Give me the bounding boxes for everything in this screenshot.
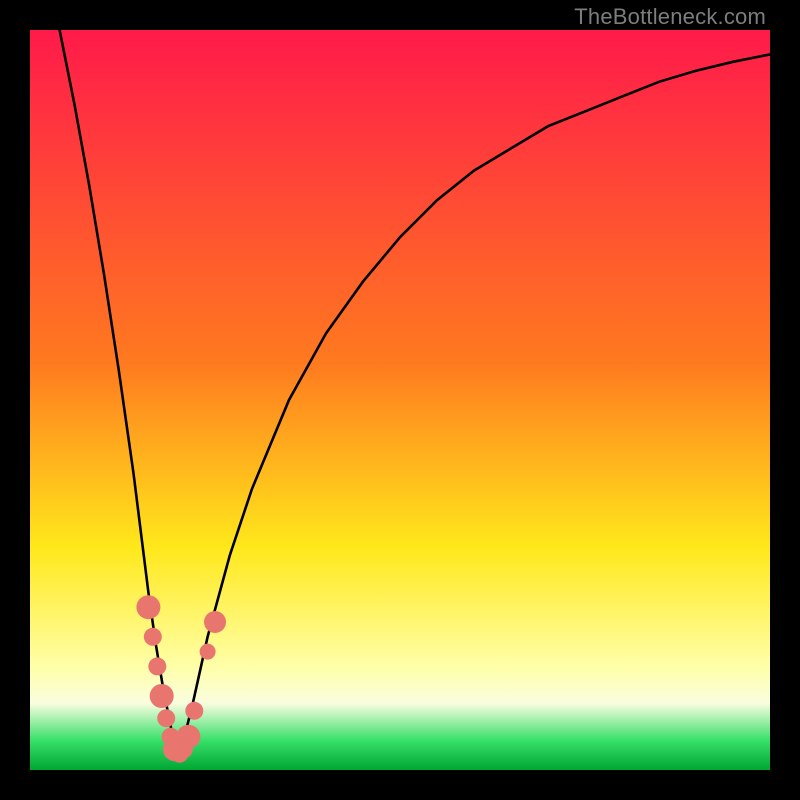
valley-marker-dot bbox=[185, 702, 203, 720]
valley-marker-dot bbox=[136, 595, 160, 619]
valley-marker-dot bbox=[148, 657, 166, 675]
valley-marker-dot bbox=[176, 725, 200, 749]
curve-layer bbox=[30, 30, 770, 770]
valley-marker-dot bbox=[150, 684, 174, 708]
valley-marker-dot bbox=[144, 628, 162, 646]
valley-marker-dot bbox=[204, 611, 226, 633]
valley-marker-dot bbox=[200, 644, 216, 660]
valley-markers bbox=[136, 595, 226, 763]
plot-area bbox=[30, 30, 770, 770]
watermark-text: TheBottleneck.com bbox=[574, 4, 766, 30]
curve-right-branch bbox=[182, 54, 770, 747]
valley-marker-dot bbox=[157, 709, 175, 727]
outer-frame: TheBottleneck.com bbox=[0, 0, 800, 800]
